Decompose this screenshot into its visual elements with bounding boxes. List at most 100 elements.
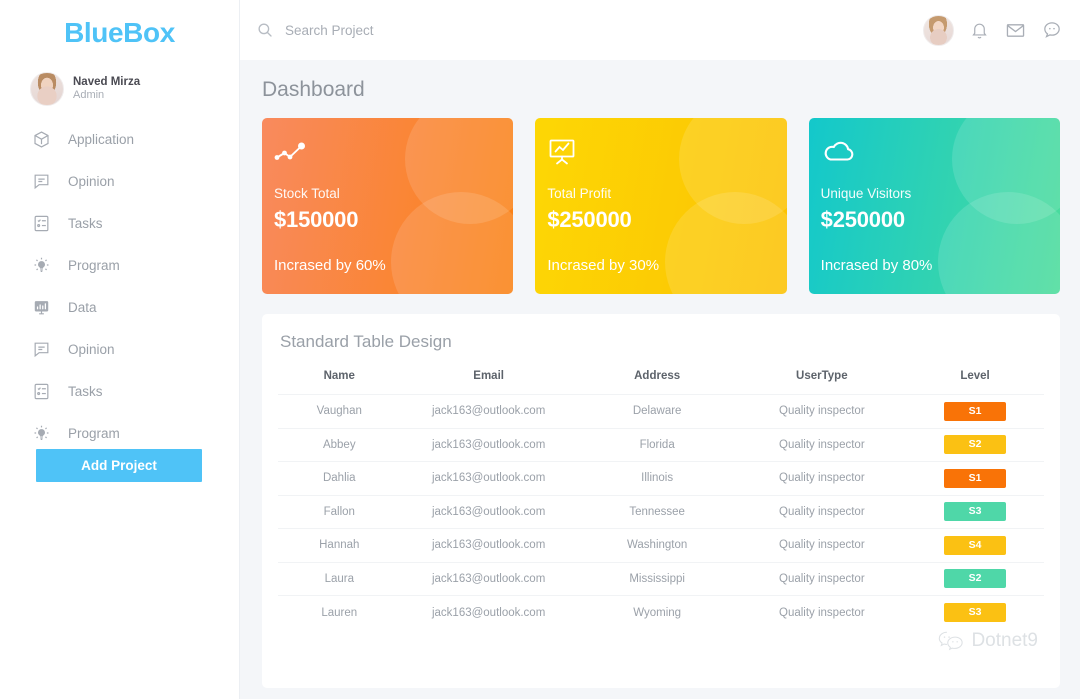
cell-usertype: Quality inspector bbox=[737, 427, 907, 462]
stat-card-total-profit[interactable]: Total Profit $250000 Incrased by 30% bbox=[535, 118, 787, 294]
cell-name: Lauren bbox=[278, 595, 401, 629]
sidebar-item-opinion-2[interactable]: Opinion bbox=[0, 328, 239, 370]
bell-icon[interactable] bbox=[970, 21, 989, 40]
lightbulb-icon bbox=[30, 254, 52, 276]
user-avatar[interactable] bbox=[923, 14, 954, 46]
cell-email: jack163@outlook.com bbox=[400, 461, 577, 495]
search-box[interactable] bbox=[256, 21, 923, 39]
content-area: Dashboard Stock Total $150000 Incrased b… bbox=[240, 60, 1080, 699]
table-header-row: Name Email Address UserType Level bbox=[278, 364, 1044, 395]
sidebar-item-program-1[interactable]: Program bbox=[0, 244, 239, 286]
sidebar-item-tasks-1[interactable]: Tasks bbox=[0, 202, 239, 244]
sidebar-user-profile[interactable]: Naved Mirza Admin bbox=[0, 66, 239, 112]
cell-level: S2 bbox=[906, 427, 1044, 462]
table-row[interactable]: Fallon jack163@outlook.com Tennessee Qualit… bbox=[278, 494, 1044, 529]
checklist-icon bbox=[30, 212, 52, 234]
column-header-name[interactable]: Name bbox=[278, 364, 401, 395]
cell-name: Abbey bbox=[278, 427, 401, 462]
sidebar-item-opinion-1[interactable]: Opinion bbox=[0, 160, 239, 202]
sidebar-item-application[interactable]: Application bbox=[0, 118, 239, 160]
cell-address: Florida bbox=[576, 427, 738, 462]
envelope-icon[interactable] bbox=[1005, 20, 1026, 41]
cell-level: S4 bbox=[906, 528, 1044, 562]
lightbulb-icon bbox=[30, 422, 52, 444]
stat-card-label: Total Profit bbox=[547, 186, 612, 201]
cell-name: Fallon bbox=[278, 494, 401, 529]
table-row[interactable]: Vaughan jack163@outlook.com Delaware Qualit… bbox=[278, 394, 1044, 428]
sidebar-nav: Application Opinion Tasks Program Data O… bbox=[0, 118, 239, 454]
cell-name: Laura bbox=[278, 561, 401, 596]
sidebar-item-tasks-2[interactable]: Tasks bbox=[0, 370, 239, 412]
bar-chart-monitor-icon bbox=[30, 296, 52, 318]
watermark: Dotnet9 bbox=[938, 630, 1038, 652]
table-row[interactable]: Dahlia jack163@outlook.com Illinois Quality… bbox=[278, 461, 1044, 495]
cloud-icon bbox=[821, 138, 1060, 172]
column-header-usertype[interactable]: UserType bbox=[738, 364, 907, 395]
chat-bubble-icon[interactable] bbox=[1042, 20, 1062, 40]
level-badge[interactable]: S1 bbox=[944, 401, 1007, 421]
table-row[interactable]: Abbey jack163@outlook.com Florida Quality i… bbox=[278, 427, 1044, 462]
app-root: BlueBox Naved Mirza Admin Application Op… bbox=[0, 0, 1080, 699]
sidebar-item-data[interactable]: Data bbox=[0, 286, 239, 328]
table-header: Name Email Address UserType Level bbox=[278, 364, 1044, 395]
column-header-address[interactable]: Address bbox=[577, 364, 738, 395]
stat-card-unique-visitors[interactable]: Unique Visitors $250000 Incrased by 80% bbox=[808, 118, 1060, 294]
cell-address: Delaware bbox=[576, 394, 738, 428]
table-card: Standard Table Design Name Email Address… bbox=[262, 314, 1060, 688]
stat-card-delta: Incrased by 60% bbox=[274, 257, 386, 274]
level-badge[interactable]: S4 bbox=[944, 535, 1007, 555]
sidebar-item-label: Tasks bbox=[68, 383, 103, 399]
add-project-button[interactable]: Add Project bbox=[36, 449, 202, 482]
data-table: Name Email Address UserType Level Vaugha… bbox=[278, 364, 1044, 629]
top-bar bbox=[240, 0, 1080, 60]
stat-card-group: Stock Total $150000 Incrased by 60% Tota… bbox=[252, 118, 1060, 294]
column-header-email[interactable]: Email bbox=[401, 364, 577, 395]
level-badge[interactable]: S3 bbox=[944, 603, 1007, 622]
sidebar-item-label: Data bbox=[68, 299, 97, 315]
sidebar-item-label: Opinion bbox=[68, 173, 115, 189]
stat-card-stock-total[interactable]: Stock Total $150000 Incrased by 60% bbox=[262, 118, 514, 294]
cell-usertype: Quality inspector bbox=[737, 595, 907, 629]
level-badge[interactable]: S1 bbox=[944, 468, 1007, 488]
level-badge[interactable]: S2 bbox=[944, 435, 1007, 455]
table-title: Standard Table Design bbox=[280, 332, 452, 351]
column-header-level[interactable]: Level bbox=[906, 364, 1044, 395]
cell-email: jack163@outlook.com bbox=[400, 528, 577, 562]
sidebar-item-label: Program bbox=[68, 257, 120, 273]
cell-email: jack163@outlook.com bbox=[400, 394, 577, 428]
search-input[interactable] bbox=[285, 22, 585, 38]
search-icon bbox=[256, 21, 274, 39]
sidebar-item-label: Program bbox=[68, 425, 120, 441]
watermark-text: Dotnet9 bbox=[971, 630, 1038, 651]
cell-usertype: Quality inspector bbox=[737, 494, 907, 529]
cell-name: Hannah bbox=[278, 528, 401, 562]
cell-name: Dahlia bbox=[278, 461, 401, 495]
cell-email: jack163@outlook.com bbox=[400, 561, 577, 596]
presentation-chart-icon bbox=[547, 138, 786, 172]
comment-icon bbox=[30, 338, 52, 360]
avatar bbox=[30, 72, 64, 106]
wechat-icon bbox=[938, 630, 964, 652]
cell-address: Mississippi bbox=[576, 561, 738, 596]
cube-icon bbox=[30, 128, 52, 150]
profile-name: Naved Mirza bbox=[73, 75, 141, 88]
cell-level: S1 bbox=[906, 394, 1044, 428]
app-logo[interactable]: BlueBox bbox=[0, 0, 239, 62]
level-badge[interactable]: S2 bbox=[944, 569, 1007, 589]
cell-address: Illinois bbox=[576, 461, 738, 495]
main-area: Dashboard Stock Tota bbox=[240, 0, 1080, 699]
table-row[interactable]: Laura jack163@outlook.com Mississippi Quali… bbox=[278, 561, 1044, 596]
level-badge[interactable]: S3 bbox=[944, 502, 1007, 522]
cell-level: S2 bbox=[906, 561, 1044, 596]
cell-address: Wyoming bbox=[576, 595, 738, 629]
cell-email: jack163@outlook.com bbox=[400, 494, 577, 529]
stat-card-delta: Incrased by 30% bbox=[547, 257, 660, 274]
profile-role: Admin bbox=[73, 89, 105, 102]
cell-email: jack163@outlook.com bbox=[400, 427, 577, 462]
sidebar-item-label: Opinion bbox=[68, 341, 115, 357]
table-row[interactable]: Hannah jack163@outlook.com Washington Quali… bbox=[278, 528, 1044, 562]
stat-card-label: Stock Total bbox=[274, 186, 340, 201]
cell-usertype: Quality inspector bbox=[737, 528, 907, 562]
sidebar-item-program-2[interactable]: Program bbox=[0, 412, 239, 454]
table-row[interactable]: Lauren jack163@outlook.com Wyoming Quality … bbox=[278, 595, 1044, 629]
